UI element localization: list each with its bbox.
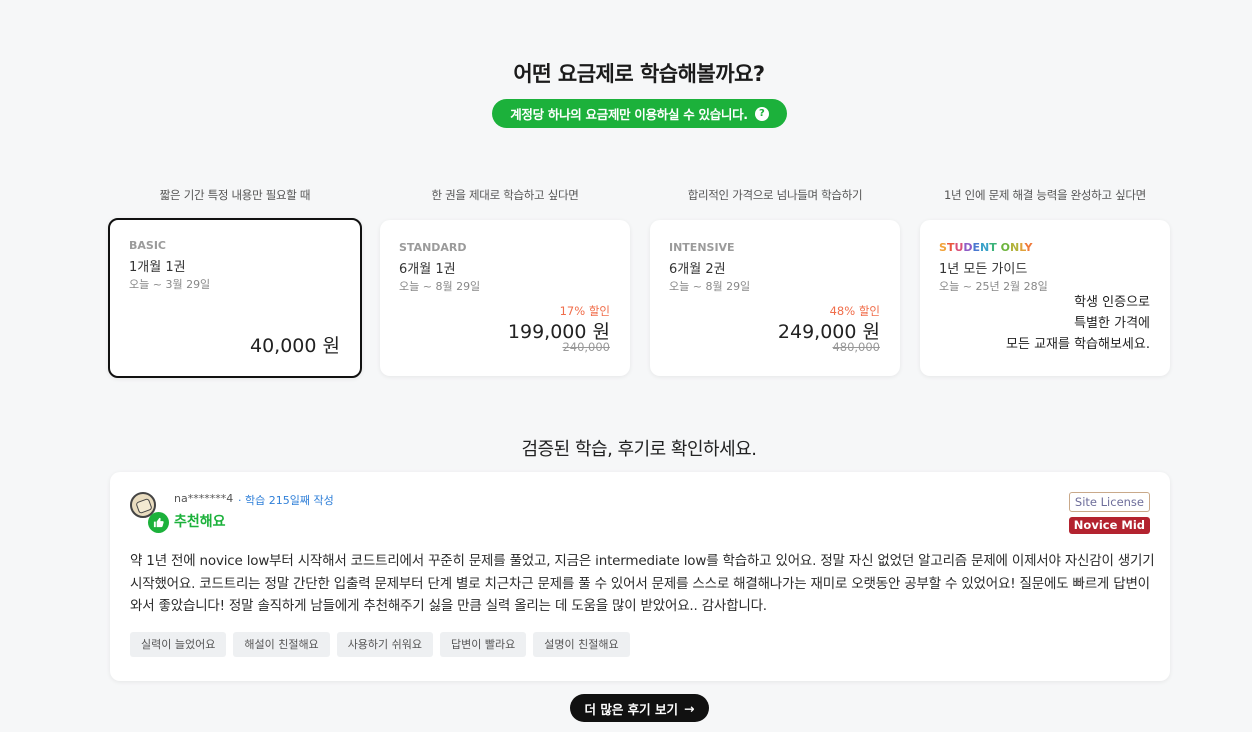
- plan-card-student[interactable]: STUDENT ONLY 1년 모든 가이드 오늘 ~ 25년 2월 28일 학…: [920, 220, 1170, 376]
- plan-period: 6개월 1권: [399, 262, 456, 277]
- question-icon[interactable]: ?: [754, 106, 769, 121]
- plan-period: 1개월 1권: [129, 260, 186, 275]
- plan-range: 오늘 ~ 3월 29일: [129, 278, 211, 291]
- plan-price: 40,000 원: [249, 335, 340, 357]
- plan-description-line: 모든 교재를 학습해보세요.: [1006, 337, 1150, 352]
- review-card: na*******4 · 학습 215일째 작성 추천해요 Site Licen…: [110, 472, 1170, 681]
- plan-caption-basic: 짧은 기간 특정 내용만 필요할 때: [159, 188, 311, 202]
- reviews-heading: 검증된 학습, 후기로 확인하세요.: [521, 439, 757, 460]
- plan-description-line: 특별한 가격에: [1074, 316, 1150, 331]
- plan-card-basic[interactable]: BASIC 1개월 1권 오늘 ~ 3월 29일 40,000 원: [108, 218, 362, 378]
- plan-name-letter: S: [939, 241, 947, 254]
- plan-notice-text: 계정당 하나의 요금제만 이용하실 수 있습니다.: [510, 107, 748, 122]
- thumbs-up-icon: [148, 512, 169, 533]
- review-text: 약 1년 전에 novice low부터 시작해서 코드트리에서 꾸준히 문제를…: [130, 553, 1155, 614]
- review-tag: 설명이 친절해요: [533, 632, 630, 657]
- review-tag: 해설이 친절해요: [233, 632, 330, 657]
- plan-original-price: 480,000: [832, 340, 880, 354]
- plan-name-letter: E: [972, 241, 981, 254]
- plan-period: 1년 모든 가이드: [939, 262, 1028, 277]
- plan-caption-intensive: 합리적인 가격으로 넘나들며 학습하기: [687, 188, 863, 202]
- review-username: na*******4: [174, 492, 234, 505]
- plan-caption-standard: 한 권을 제대로 학습하고 싶다면: [431, 188, 579, 202]
- plan-name: STANDARD: [399, 241, 467, 254]
- review-recommend: 추천해요: [174, 514, 226, 530]
- plan-original-price: 240,000: [562, 340, 610, 354]
- more-reviews-label: 더 많은 후기 보기: [584, 701, 679, 717]
- plan-notice: 계정당 하나의 요금제만 이용하실 수 있습니다. ?: [492, 99, 787, 128]
- more-reviews-button[interactable]: 더 많은 후기 보기 →: [570, 694, 709, 722]
- plan-name: INTENSIVE: [669, 241, 735, 254]
- plan-card-standard[interactable]: STANDARD 6개월 1권 오늘 ~ 8월 29일 17% 할인 199,0…: [380, 220, 630, 376]
- plan-name-letter: T: [989, 241, 997, 254]
- review-tag: 답변이 빨라요: [440, 632, 527, 657]
- plan-period: 6개월 2권: [669, 262, 726, 277]
- review-tag: 사용하기 쉬워요: [336, 632, 434, 657]
- review-tag: 실력이 늘었어요: [130, 632, 227, 657]
- site-license-badge: Site License: [1068, 492, 1150, 512]
- plan-name-letter: Y: [1024, 241, 1033, 254]
- plan-name-letter: O: [1000, 241, 1010, 254]
- plan-name-letter: N: [980, 241, 990, 254]
- plan-description: 학생 인증으로 특별한 가격에 모든 교재를 학습해보세요.: [1006, 292, 1150, 355]
- plan-name-letter: D: [963, 241, 973, 254]
- plan-range: 오늘 ~ 8월 29일: [669, 280, 751, 293]
- plan-name: BASIC: [129, 239, 166, 252]
- level-badge: Novice Mid: [1068, 517, 1150, 534]
- plan-card-intensive[interactable]: INTENSIVE 6개월 2권 오늘 ~ 8월 29일 48% 할인 249,…: [650, 220, 900, 376]
- review-tags: 실력이 늘었어요 해설이 친절해요 사용하기 쉬워요 답변이 빨라요 설명이 친…: [130, 632, 630, 657]
- page-title: 어떤 요금제로 학습해볼까요?: [513, 62, 765, 86]
- arrow-right-icon: →: [684, 700, 695, 716]
- plan-range: 오늘 ~ 8월 29일: [399, 280, 481, 293]
- plan-name-letter: N: [1009, 241, 1020, 254]
- plan-description-line: 학생 인증으로: [1074, 295, 1150, 310]
- plan-caption-student: 1년 인에 문제 해결 능력을 완성하고 싶다면: [944, 188, 1146, 202]
- review-study-days: · 학습 215일째 작성: [238, 494, 334, 507]
- plan-name-student: STUDENT ONLY: [939, 241, 1032, 254]
